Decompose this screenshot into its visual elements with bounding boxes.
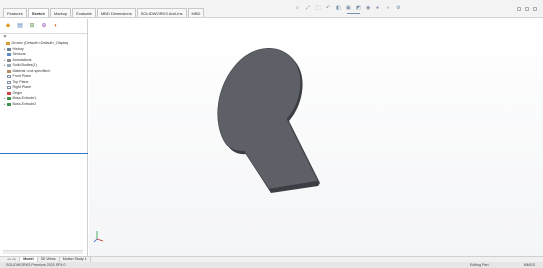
status-units[interactable]: MMGS — [524, 262, 535, 268]
tab-features[interactable]: Features — [3, 8, 27, 17]
feature-tree: Grovex (Default<<Default>_Display ▸ Histor… — [0, 41, 87, 107]
configuration-manager-icon[interactable]: ⊞ — [27, 22, 37, 30]
command-manager: Features Sketch Markup Evaluate MBD Dimensio… — [0, 0, 543, 18]
boss-extrude-icon — [7, 102, 11, 106]
section-view-icon[interactable]: ◧ — [336, 6, 341, 11]
annotations-icon — [7, 58, 11, 62]
plane-icon — [7, 75, 11, 79]
panel-divider[interactable] — [0, 153, 88, 154]
boss-extrude-icon — [7, 97, 11, 101]
view-settings-icon[interactable]: ⚙ — [396, 6, 401, 11]
scene-icon[interactable]: ◑ — [386, 6, 391, 11]
view-orientation-icon[interactable]: ▣ — [346, 6, 351, 11]
tab-solidworks-add-ins[interactable]: SOLIDWORKS Add-Ins — [136, 8, 187, 17]
zoom-area-icon[interactable]: ⬚ — [316, 6, 321, 11]
sensors-icon — [7, 53, 11, 57]
part-icon — [6, 42, 10, 46]
part-model[interactable] — [89, 19, 543, 256]
close-icon[interactable] — [533, 7, 537, 11]
plane-icon — [7, 86, 11, 90]
tab-evaluate[interactable]: Evaluate — [72, 8, 96, 17]
feature-manager-icon[interactable]: ◆ — [3, 22, 13, 30]
command-tabs: Features Sketch Markup Evaluate MBD Dimensio… — [3, 8, 205, 17]
graphics-area[interactable] — [89, 19, 543, 256]
hide-show-icon[interactable]: ◉ — [366, 6, 371, 11]
part-top-face[interactable] — [217, 48, 319, 190]
status-product: SOLIDWORKS Premium 2020 SP4.0 — [6, 263, 66, 267]
tab-markup[interactable]: Markup — [49, 8, 72, 17]
window-controls — [517, 7, 537, 11]
tab-mbd-dimensions[interactable]: MBD Dimensions — [96, 8, 136, 17]
solid-bodies-icon — [7, 64, 11, 68]
feature-manager-panel: ◆ ▤ ⊞ ⊕ ◐ ⏷ Grovex (Default<<Default>_Displa… — [0, 19, 88, 256]
panel-scrollbar[interactable] — [3, 250, 83, 254]
triad-icon — [93, 231, 104, 243]
dimxpert-icon[interactable]: ⊕ — [39, 22, 49, 30]
tree-item[interactable]: ▸ Boss-Extrude2 — [3, 102, 87, 108]
restore-icon[interactable] — [525, 7, 529, 11]
heads-up-view-toolbar: ⌕ ⤢ ⬚ ↶ ◧ ▣ ◩ ◉ ● ◑ ⚙ — [296, 6, 401, 11]
display-manager-icon[interactable]: ◐ — [51, 22, 61, 30]
property-manager-icon[interactable]: ▤ — [15, 22, 25, 30]
appearance-icon[interactable]: ● — [376, 6, 381, 11]
plane-icon — [7, 80, 11, 84]
status-bar: SOLIDWORKS Premium 2020 SP4.0 Editing Pa… — [0, 262, 543, 268]
tab-sketch[interactable]: Sketch — [27, 8, 49, 17]
history-icon — [7, 47, 11, 51]
material-icon — [7, 69, 11, 73]
display-style-icon[interactable]: ◩ — [356, 6, 361, 11]
search-icon[interactable]: ⌕ — [296, 6, 301, 11]
hud-active-indicator — [347, 13, 360, 14]
tree-item-label: Boss-Extrude2 — [12, 101, 37, 106]
filter-icon[interactable]: ⏷ — [0, 34, 87, 41]
solidworks-window: Features Sketch Markup Evaluate MBD Dimensio… — [0, 0, 543, 268]
minimize-icon[interactable] — [517, 7, 521, 11]
tab-mbd[interactable]: MBD — [187, 8, 205, 17]
panel-tabs: ◆ ▤ ⊞ ⊕ ◐ — [0, 19, 87, 34]
status-mode: Editing Part — [470, 263, 489, 267]
zoom-fit-icon[interactable]: ⤢ — [306, 6, 311, 11]
previous-view-icon[interactable]: ↶ — [326, 6, 331, 11]
origin-icon — [7, 91, 11, 95]
